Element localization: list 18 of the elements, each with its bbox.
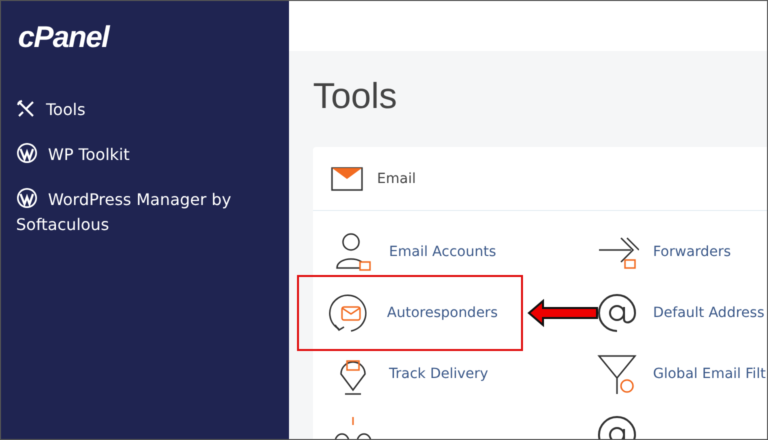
wordpress-icon [16, 142, 38, 164]
cpanel-logo[interactable]: cPanel [18, 21, 289, 55]
sidebar-item[interactable]: WordPress Manager by Softaculous [16, 187, 289, 237]
sidebar-item[interactable]: Tools [16, 97, 289, 122]
wordpress-icon [16, 187, 38, 209]
tool-link[interactable]: Autoresponders [299, 277, 521, 349]
pointer-arrow [527, 299, 599, 327]
tool-link[interactable]: Default Address [595, 291, 767, 335]
tools-icon [16, 99, 36, 119]
section-title: Email [377, 170, 416, 186]
tool-link[interactable]: Email Accounts [331, 230, 595, 274]
tool-link[interactable]: Forwarders [595, 230, 767, 274]
page-title: Tools [313, 75, 398, 117]
at-sign-icon [595, 291, 639, 335]
tool-link[interactable]: Global Email Filt [595, 352, 767, 396]
tool-link[interactable]: Track Delivery [331, 352, 595, 396]
envelope-icon [331, 166, 363, 190]
sidebar-item[interactable]: WP Toolkit [16, 142, 289, 167]
